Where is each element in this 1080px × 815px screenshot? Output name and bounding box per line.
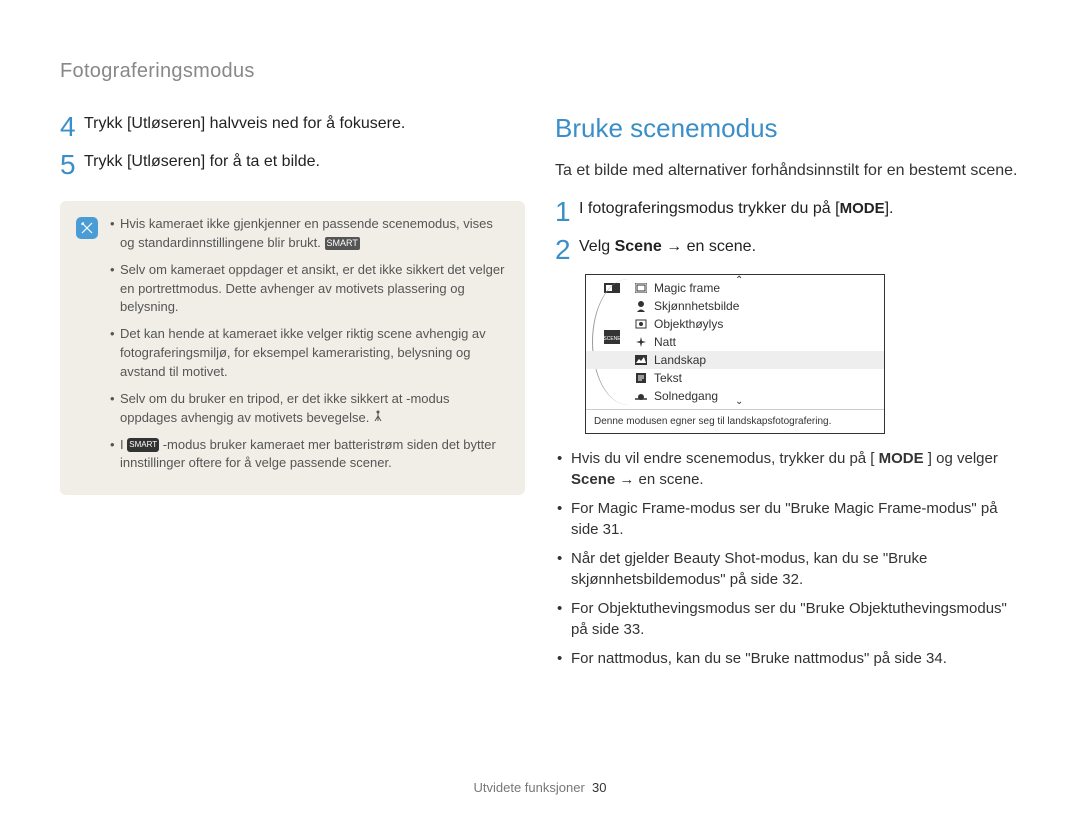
- note-item: Selv om du bruker en tripod, er det ikke…: [110, 390, 509, 428]
- scene-item-object-highlight: Objekthøylys: [586, 315, 884, 333]
- scene-item-magic-frame: Magic frame: [586, 279, 884, 297]
- note-text: Hvis kameraet ikke gjenkjenner en passen…: [120, 216, 493, 250]
- step-text-post: ].: [885, 200, 894, 217]
- step-number: 5: [60, 151, 84, 179]
- scene-item-label: Magic frame: [654, 281, 720, 295]
- landscape-icon: [634, 353, 648, 367]
- step-text: Trykk [Utløseren] for å ta et bilde.: [84, 151, 320, 173]
- tripod-icon: [373, 409, 383, 428]
- note-text: Selv om du bruker en tripod, er det ikke…: [120, 391, 449, 425]
- step-4-row: 4 Trykk [Utløseren] halvveis ned for å f…: [60, 113, 525, 141]
- bullet-item: For Objektuthevingsmodus ser du "Bruke O…: [555, 598, 1020, 640]
- step-number: 1: [555, 198, 579, 226]
- scene-caption: Denne modusen egner seg til landskapsfot…: [586, 409, 884, 433]
- footer-label: Utvidete funksjoner: [474, 780, 585, 795]
- night-icon: [634, 335, 648, 349]
- bullet-text: ] og velger: [924, 450, 998, 467]
- step-text-mid: → en scene.: [662, 238, 756, 255]
- note-item: Selv om kameraet oppdager et ansikt, er …: [110, 261, 509, 318]
- right-column: Bruke scenemodus Ta et bilde med alterna…: [555, 113, 1020, 677]
- step-text: Trykk [Utløseren] halvveis ned for å fok…: [84, 113, 405, 135]
- bullet-text: → en scene.: [615, 471, 703, 488]
- scene-item-beauty: Skjønnhetsbilde: [586, 297, 884, 315]
- note-item: Hvis kameraet ikke gjenkjenner en passen…: [110, 215, 509, 253]
- step-number: 2: [555, 236, 579, 264]
- left-column: 4 Trykk [Utløseren] halvveis ned for å f…: [60, 113, 525, 677]
- step-1-row: 1 I fotograferingsmodus trykker du på [M…: [555, 198, 1020, 226]
- scene-item-landscape: Landskap: [586, 351, 884, 369]
- page-section-header: Fotograferingsmodus: [60, 60, 1020, 83]
- step-text-pre: I fotograferingsmodus trykker du på [: [579, 200, 840, 217]
- sunset-icon: [634, 389, 648, 403]
- intro-line: Ta et bilde med alternativer forhåndsinn…: [555, 162, 1020, 180]
- scene-item-label: Natt: [654, 335, 676, 349]
- note-item: Det kan hende at kameraet ikke velger ri…: [110, 325, 509, 382]
- step-text: Velg Scene → en scene.: [579, 236, 756, 258]
- scene-item-label: Landskap: [654, 353, 706, 367]
- mode-button-label: MODE: [879, 450, 924, 467]
- note-box: Hvis kameraet ikke gjenkjenner en passen…: [60, 201, 525, 495]
- object-highlight-icon: [634, 317, 648, 331]
- bullet-bold: Scene: [571, 471, 615, 488]
- scene-item-night: Natt: [586, 333, 884, 351]
- scene-bold: Scene: [615, 238, 662, 255]
- mode-button-label: MODE: [840, 200, 885, 217]
- note-text: -modus bruker kameraet mer batteristrøm …: [120, 437, 496, 471]
- step-text: I fotograferingsmodus trykker du på [MOD…: [579, 198, 893, 220]
- bullet-item: Når det gjelder Beauty Shot-modus, kan d…: [555, 548, 1020, 590]
- scene-item-label: Objekthøylys: [654, 317, 723, 331]
- bullet-item: For Magic Frame-modus ser du "Bruke Magi…: [555, 498, 1020, 540]
- beauty-icon: [634, 299, 648, 313]
- note-item: I SMART I -modus bruker kameraet mer bat…: [110, 436, 509, 474]
- step-5-row: 5 Trykk [Utløseren] for å ta et bilde.: [60, 151, 525, 179]
- scene-item-label: Skjønnhetsbilde: [654, 299, 739, 313]
- smart-icon: SMART: [325, 237, 360, 250]
- note-text: I: [120, 437, 127, 452]
- section-title: Bruke scenemodus: [555, 113, 1020, 144]
- bullet-item: For nattmodus, kan du se "Bruke nattmodu…: [555, 648, 1020, 669]
- scene-item-label: Solnedgang: [654, 389, 718, 403]
- page-footer: Utvidete funksjoner 30: [0, 780, 1080, 795]
- step-number: 4: [60, 113, 84, 141]
- bullet-item: Hvis du vil endre scenemodus, trykker du…: [555, 448, 1020, 490]
- chevron-down-icon: ⌄: [735, 396, 743, 407]
- text-icon: [634, 371, 648, 385]
- note-icon: [76, 217, 98, 239]
- scene-item-text: Tekst: [586, 369, 884, 387]
- step-2-row: 2 Velg Scene → en scene.: [555, 236, 1020, 264]
- note-list: Hvis kameraet ikke gjenkjenner en passen…: [110, 215, 509, 481]
- magic-frame-icon: [634, 281, 648, 295]
- scene-screenshot: SCENE ⌃ Magic frame Skjønnhetsbilde: [585, 274, 885, 434]
- smart-icon: SMART: [127, 438, 159, 452]
- scene-item-label: Tekst: [654, 371, 682, 385]
- page-number: 30: [592, 780, 606, 795]
- bullet-text: Hvis du vil endre scenemodus, trykker du…: [571, 450, 879, 467]
- step-text-pre: Velg: [579, 238, 615, 255]
- bullets-list: Hvis du vil endre scenemodus, trykker du…: [555, 448, 1020, 669]
